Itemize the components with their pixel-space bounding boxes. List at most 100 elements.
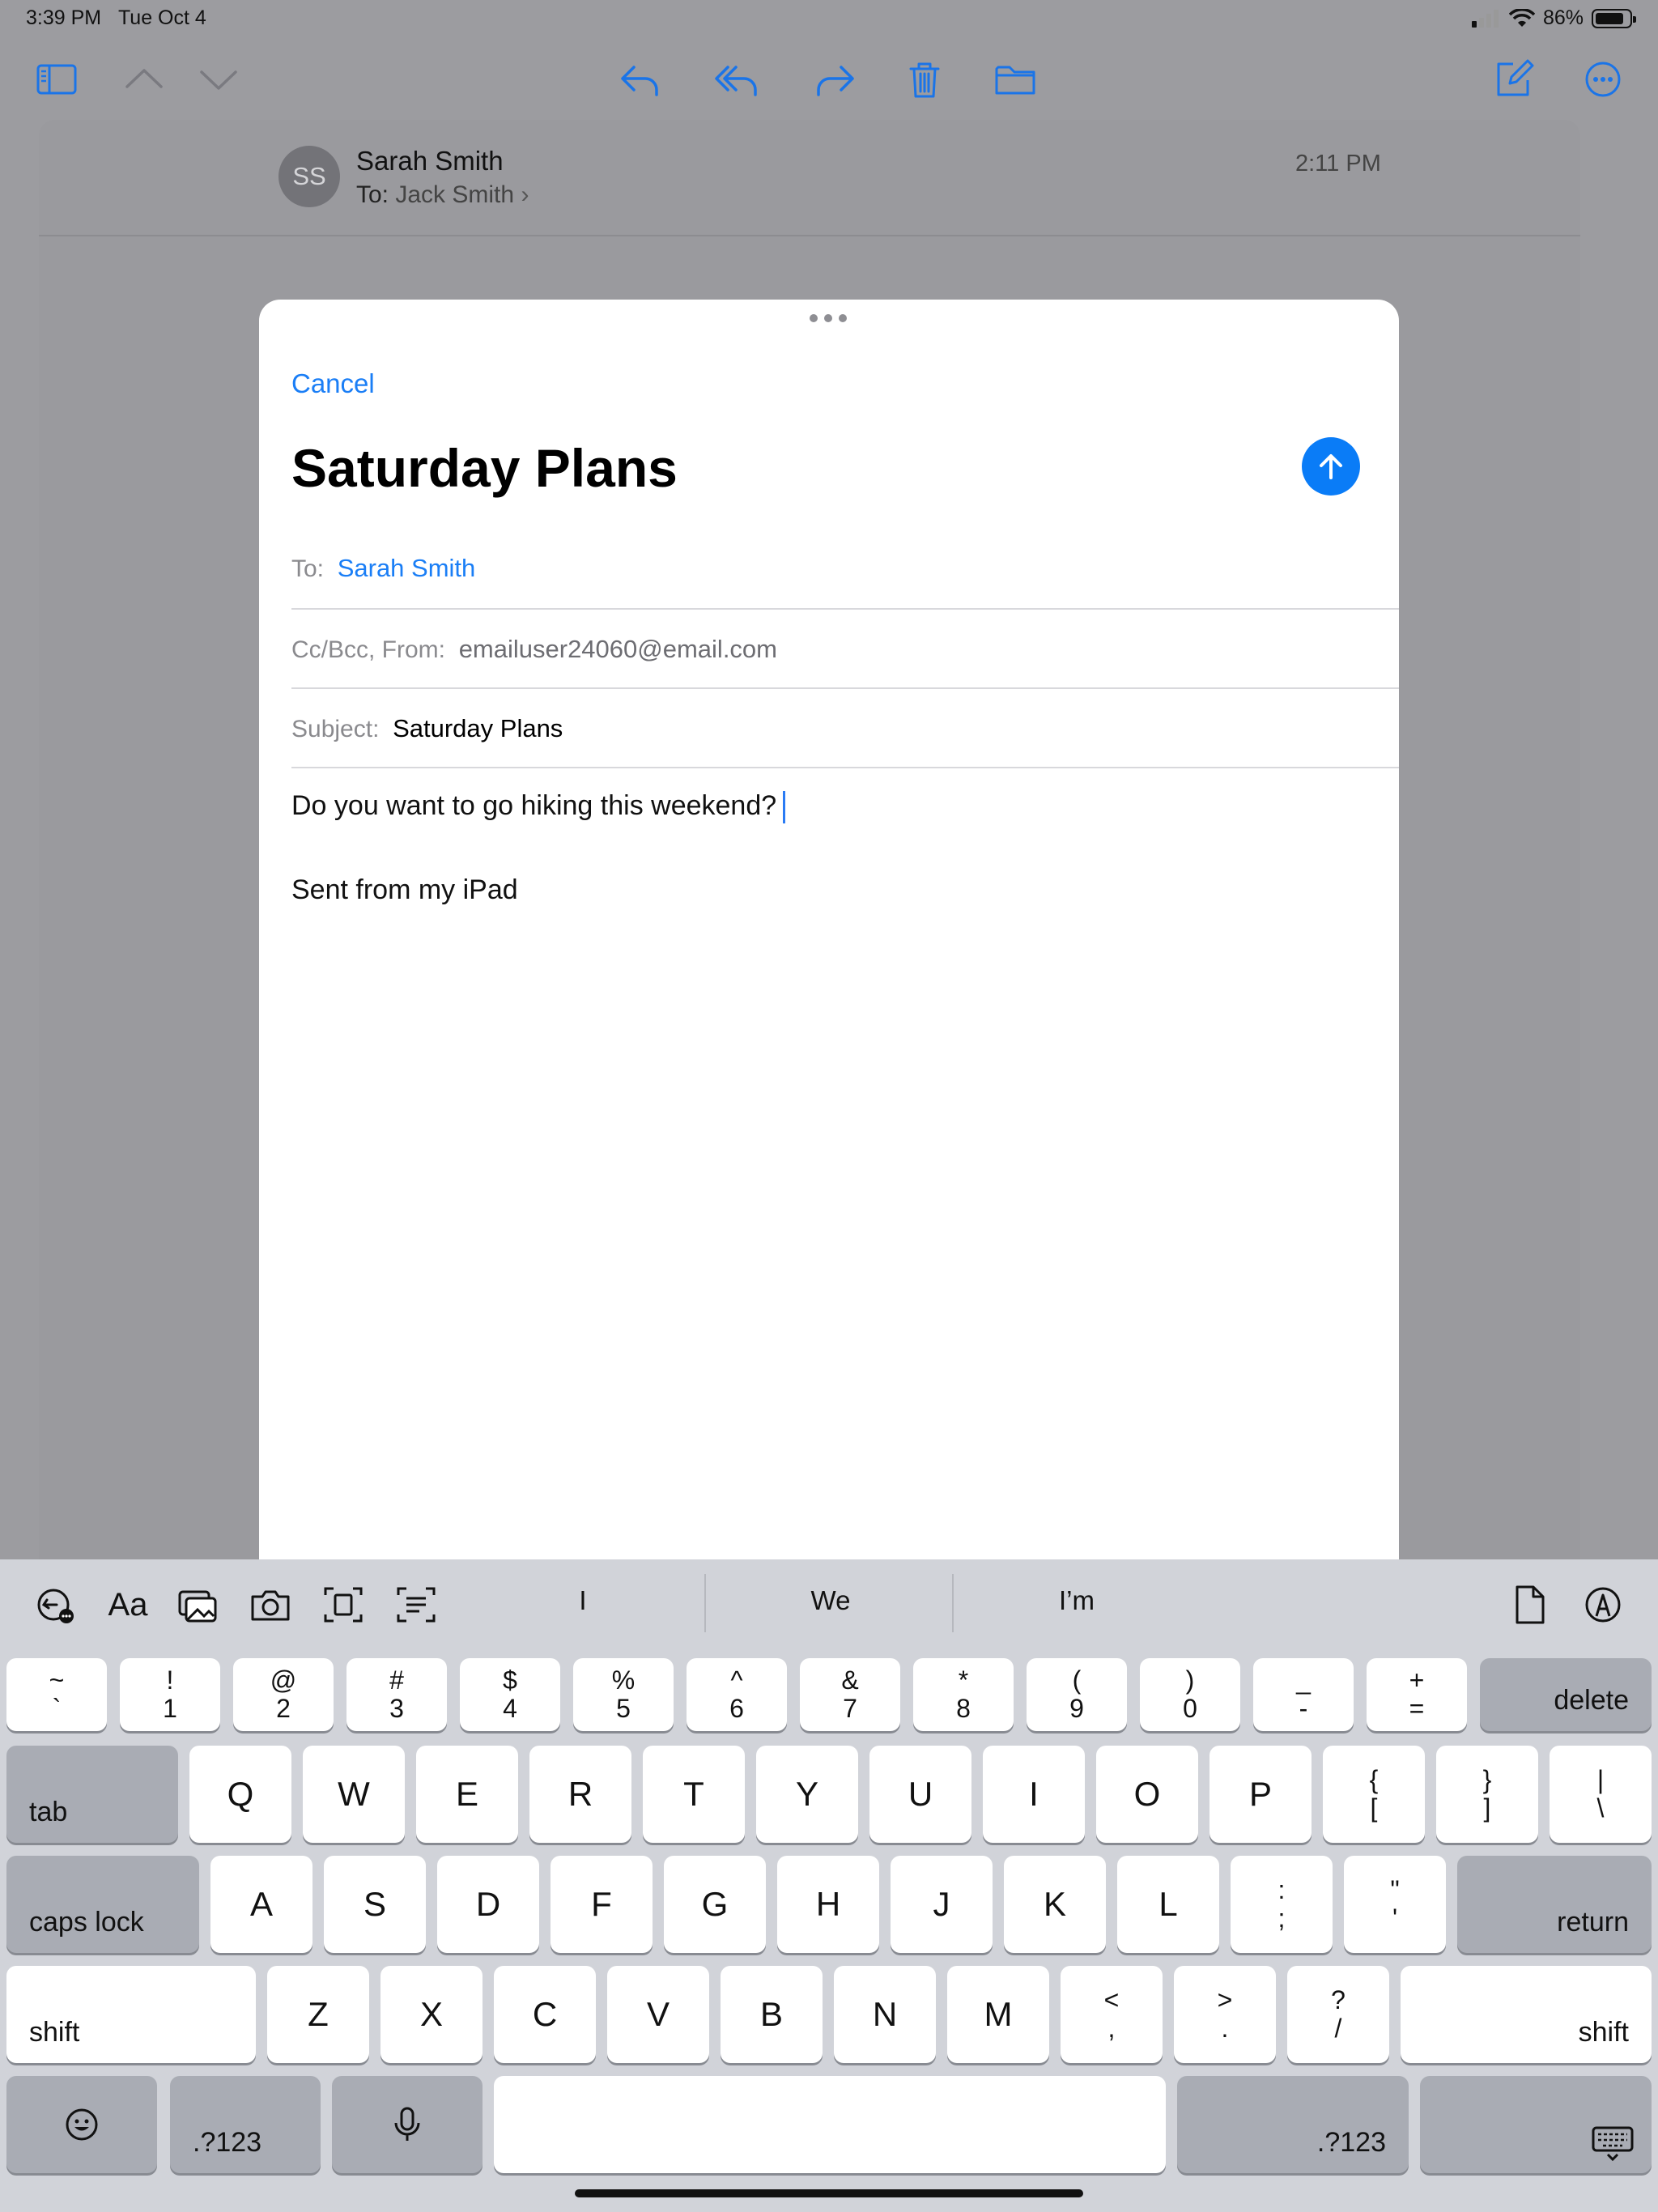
signature[interactable]: Sent from my iPad <box>291 874 518 906</box>
key-t[interactable]: T <box>643 1746 745 1843</box>
key-x[interactable]: X <box>380 1966 483 2063</box>
sheet-grabber-icon[interactable] <box>810 314 847 322</box>
key-c[interactable]: C <box>494 1966 596 2063</box>
key-1[interactable]: ! 1 <box>120 1658 220 1731</box>
chevron-down-icon[interactable] <box>194 55 243 104</box>
key-9[interactable]: (9 <box>1027 1658 1127 1731</box>
markup-icon[interactable] <box>1579 1580 1627 1629</box>
scan-document-icon[interactable] <box>319 1580 368 1629</box>
key-j[interactable]: J <box>891 1856 993 1953</box>
key-\[interactable]: | \ <box>1550 1746 1652 1843</box>
hide-keyboard-key[interactable] <box>1420 2076 1652 2173</box>
key-period[interactable]: >. <box>1174 1966 1276 2063</box>
photo-library-icon[interactable] <box>173 1580 222 1629</box>
key-semicolon[interactable]: :; <box>1231 1856 1333 1953</box>
suggestion-1[interactable]: I <box>502 1585 664 1616</box>
key-8[interactable]: * 8 <box>913 1658 1014 1731</box>
numbers-left-key[interactable]: .?123 <box>170 2076 321 2173</box>
key-4[interactable]: $4 <box>460 1658 560 1731</box>
shift-right-key[interactable]: shift <box>1401 1966 1652 2063</box>
format-text-button[interactable]: Aa <box>104 1580 152 1629</box>
key-g[interactable]: G <box>664 1856 766 1953</box>
key-h[interactable]: H <box>777 1856 879 1953</box>
to-field[interactable]: To: Sarah Smith <box>291 554 475 583</box>
space-key[interactable] <box>494 2076 1166 2173</box>
dictation-key[interactable] <box>332 2076 483 2173</box>
cc-bcc-from-field[interactable]: Cc/Bcc, From: emailuser24060@email.com <box>291 635 777 664</box>
key-[[interactable]: {[ <box>1323 1746 1425 1843</box>
key-q[interactable]: Q <box>189 1746 291 1843</box>
send-button[interactable] <box>1302 437 1360 496</box>
message-body[interactable]: Do you want to go hiking this weekend? <box>291 790 786 824</box>
key-3[interactable]: #3 <box>346 1658 447 1731</box>
key-7[interactable]: & 7 <box>800 1658 900 1731</box>
key-m[interactable]: M <box>947 1966 1049 2063</box>
key-comma[interactable]: <, <box>1061 1966 1163 2063</box>
delete-key[interactable]: delete <box>1480 1658 1652 1731</box>
folder-icon[interactable] <box>991 55 1039 104</box>
return-key[interactable]: return <box>1457 1856 1652 1953</box>
document-icon[interactable] <box>1506 1580 1554 1629</box>
key-k[interactable]: K <box>1004 1856 1106 1953</box>
tab-key[interactable]: tab <box>6 1746 178 1843</box>
reply-all-icon[interactable] <box>712 55 761 104</box>
more-icon[interactable] <box>1579 55 1627 104</box>
key-w[interactable]: W <box>303 1746 405 1843</box>
key-e[interactable]: E <box>416 1746 518 1843</box>
sender-name: Sarah Smith <box>356 146 504 176</box>
key-b[interactable]: B <box>721 1966 823 2063</box>
compose-icon[interactable] <box>1490 55 1538 104</box>
key-s[interactable]: S <box>324 1856 426 1953</box>
shift-left-key[interactable]: shift <box>6 1966 256 2063</box>
key-6[interactable]: ^ 6 <box>687 1658 787 1731</box>
key-a[interactable]: A <box>210 1856 312 1953</box>
divider <box>291 608 1399 610</box>
scan-text-icon[interactable] <box>392 1580 440 1629</box>
key-o[interactable]: O <box>1096 1746 1198 1843</box>
key-slash[interactable]: ? / <box>1287 1966 1389 2063</box>
caps-lock-key[interactable]: caps lock <box>6 1856 199 1953</box>
key-`[interactable]: ~ ` <box>6 1658 107 1731</box>
reply-icon[interactable] <box>615 55 664 104</box>
suggestion-3[interactable]: I’m <box>996 1585 1158 1616</box>
undo-icon[interactable] <box>31 1580 79 1629</box>
key-u[interactable]: U <box>869 1746 971 1843</box>
key-2[interactable]: @2 <box>233 1658 334 1731</box>
key-d[interactable]: D <box>437 1856 539 1953</box>
cancel-button[interactable]: Cancel <box>291 368 375 399</box>
subject-field[interactable]: Subject: Saturday Plans <box>291 714 563 743</box>
emoji-key[interactable] <box>6 2076 157 2173</box>
divider <box>952 1574 954 1632</box>
camera-icon[interactable] <box>246 1580 295 1629</box>
numbers-right-key[interactable]: .?123 <box>1177 2076 1409 2173</box>
key-z[interactable]: Z <box>267 1966 369 2063</box>
battery-icon <box>1592 8 1636 28</box>
recipient-line[interactable]: To: Jack Smith › <box>356 181 529 209</box>
status-time: 3:39 PM Tue Oct 4 <box>26 6 206 29</box>
sidebar-icon[interactable] <box>32 55 81 104</box>
trash-icon[interactable] <box>900 55 949 104</box>
key-i[interactable]: I <box>983 1746 1085 1843</box>
key-5[interactable]: % 5 <box>573 1658 674 1731</box>
key--[interactable]: _ - <box>1253 1658 1354 1731</box>
key-n[interactable]: N <box>834 1966 936 2063</box>
chevron-up-icon[interactable] <box>120 55 168 104</box>
divider <box>704 1574 706 1632</box>
key-quote[interactable]: " ' <box>1344 1856 1446 1953</box>
recipient-token[interactable]: Sarah Smith <box>338 554 476 582</box>
home-indicator[interactable] <box>575 2189 1083 2197</box>
key-=[interactable]: + = <box>1367 1658 1467 1731</box>
key-p[interactable]: P <box>1209 1746 1312 1843</box>
compose-title: Saturday Plans <box>291 438 678 498</box>
key-v[interactable]: V <box>607 1966 709 2063</box>
suggestion-2[interactable]: We <box>750 1585 912 1616</box>
key-0[interactable]: ) 0 <box>1140 1658 1240 1731</box>
forward-icon[interactable] <box>811 55 860 104</box>
key-][interactable]: }] <box>1436 1746 1538 1843</box>
key-r[interactable]: R <box>529 1746 631 1843</box>
key-l[interactable]: L <box>1117 1856 1219 1953</box>
key-y[interactable]: Y <box>756 1746 858 1843</box>
divider <box>39 235 1580 236</box>
avatar: SS <box>278 146 340 207</box>
key-f[interactable]: F <box>551 1856 653 1953</box>
